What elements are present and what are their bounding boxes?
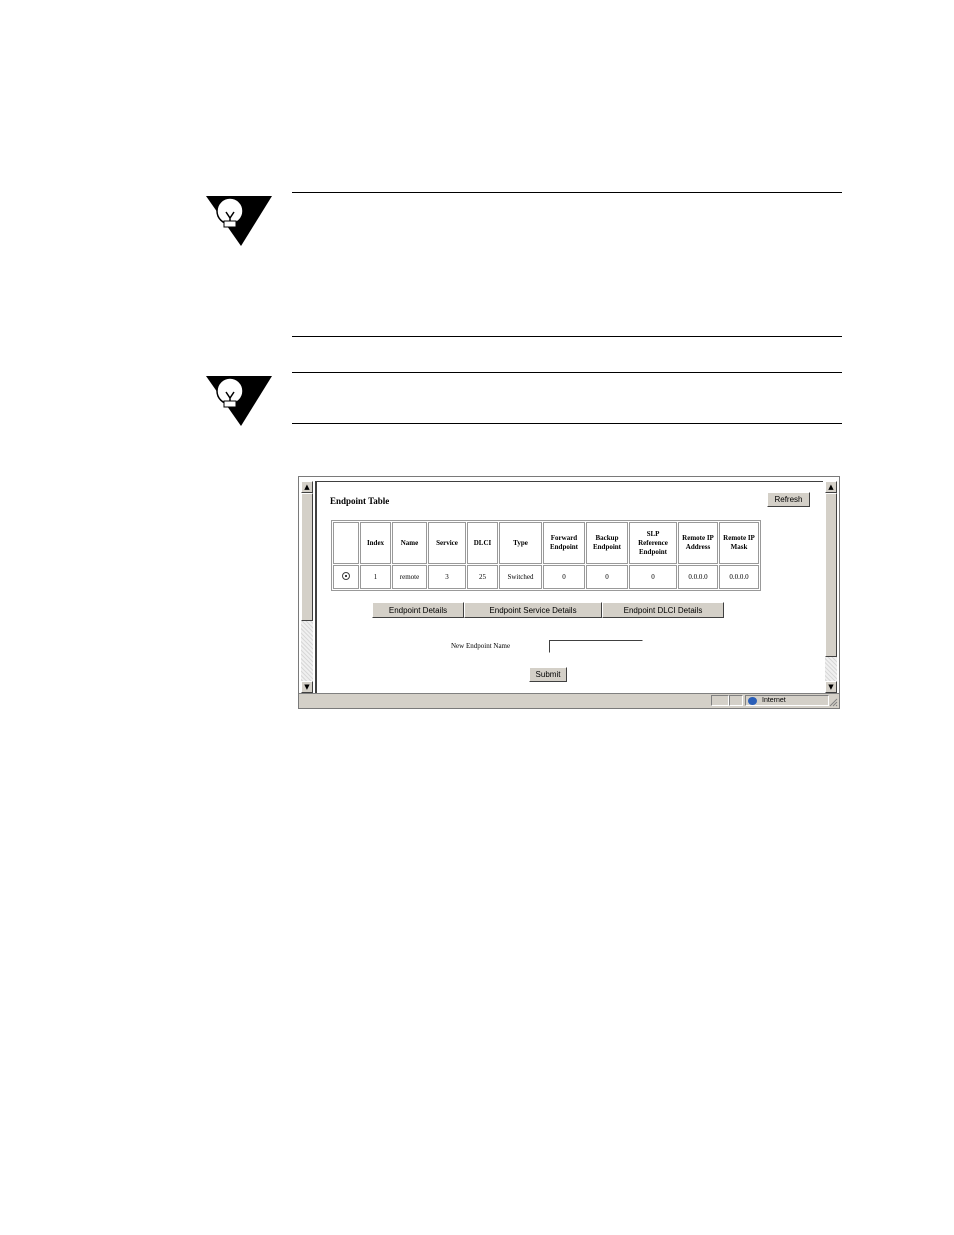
table-cell: 0: [586, 565, 628, 589]
status-pane: [729, 695, 743, 706]
table-row[interactable]: 1 remote 3 25 Switched 0 0 0 0.0.0.0 0.0…: [333, 565, 759, 589]
row-select-radio[interactable]: [342, 572, 350, 580]
column-header: DLCI: [467, 522, 498, 564]
note-bottom-rule: [292, 336, 842, 337]
right-scrollbar[interactable]: ▲ ▼: [825, 481, 837, 693]
table-cell: 0: [543, 565, 585, 589]
column-header: Backup Endpoint: [586, 522, 628, 564]
page-title: Endpoint Table: [330, 496, 390, 506]
endpoint-dlci-details-button[interactable]: Endpoint DLCI Details: [602, 602, 724, 618]
resize-grip-icon[interactable]: [829, 698, 838, 707]
column-header: [333, 522, 359, 564]
table-cell: 0.0.0.0: [678, 565, 718, 589]
security-zone: Internet: [745, 695, 829, 706]
new-endpoint-name-label: New Endpoint Name: [451, 642, 511, 650]
note-top-rule: [292, 192, 842, 193]
table-cell: 1: [360, 565, 391, 589]
scroll-up-arrow-icon[interactable]: ▲: [825, 481, 837, 493]
endpoint-details-button[interactable]: Endpoint Details: [372, 602, 464, 618]
table-cell: Switched: [499, 565, 542, 589]
column-header: Type: [499, 522, 542, 564]
globe-icon: [748, 697, 757, 705]
endpoint-service-details-button[interactable]: Endpoint Service Details: [464, 602, 602, 618]
table-cell: 3: [428, 565, 466, 589]
scroll-down-arrow-icon[interactable]: ▼: [825, 681, 837, 693]
zone-label: Internet: [762, 697, 786, 704]
status-bar: Internet: [299, 693, 839, 708]
table-header-row: Index Name Service DLCI Type Forward End…: [333, 522, 759, 564]
column-header: Remote IP Mask: [719, 522, 759, 564]
table-cell: 25: [467, 565, 498, 589]
column-header: SLP Reference Endpoint: [629, 522, 677, 564]
endpoint-table: Index Name Service DLCI Type Forward End…: [331, 520, 761, 591]
browser-screenshot: ▲ ▼ ▲ ▼ Endpoint Table Refresh Index Nam…: [298, 476, 840, 709]
row-select-cell[interactable]: [333, 565, 359, 589]
column-header: Remote IP Address: [678, 522, 718, 564]
column-header: Index: [360, 522, 391, 564]
new-endpoint-name-input[interactable]: [549, 640, 643, 653]
left-scrollbar[interactable]: ▲ ▼: [301, 481, 313, 693]
note-top-rule: [292, 372, 842, 373]
scroll-thumb[interactable]: [301, 493, 313, 621]
column-header: Service: [428, 522, 466, 564]
refresh-button[interactable]: Refresh: [767, 492, 810, 507]
column-header: Name: [392, 522, 427, 564]
table-cell: 0: [629, 565, 677, 589]
scroll-down-arrow-icon[interactable]: ▼: [301, 681, 313, 693]
table-cell: remote: [392, 565, 427, 589]
lightbulb-note-icon: [206, 376, 272, 426]
table-cell: 0.0.0.0: [719, 565, 759, 589]
column-header: Forward Endpoint: [543, 522, 585, 564]
page-viewport: Endpoint Table Refresh Index Name Servic…: [315, 481, 823, 693]
status-pane: [711, 695, 729, 706]
submit-button[interactable]: Submit: [529, 667, 567, 682]
scroll-thumb[interactable]: [825, 493, 837, 657]
scroll-up-arrow-icon[interactable]: ▲: [301, 481, 313, 493]
lightbulb-note-icon: [206, 196, 272, 246]
note-bottom-rule: [292, 423, 842, 424]
